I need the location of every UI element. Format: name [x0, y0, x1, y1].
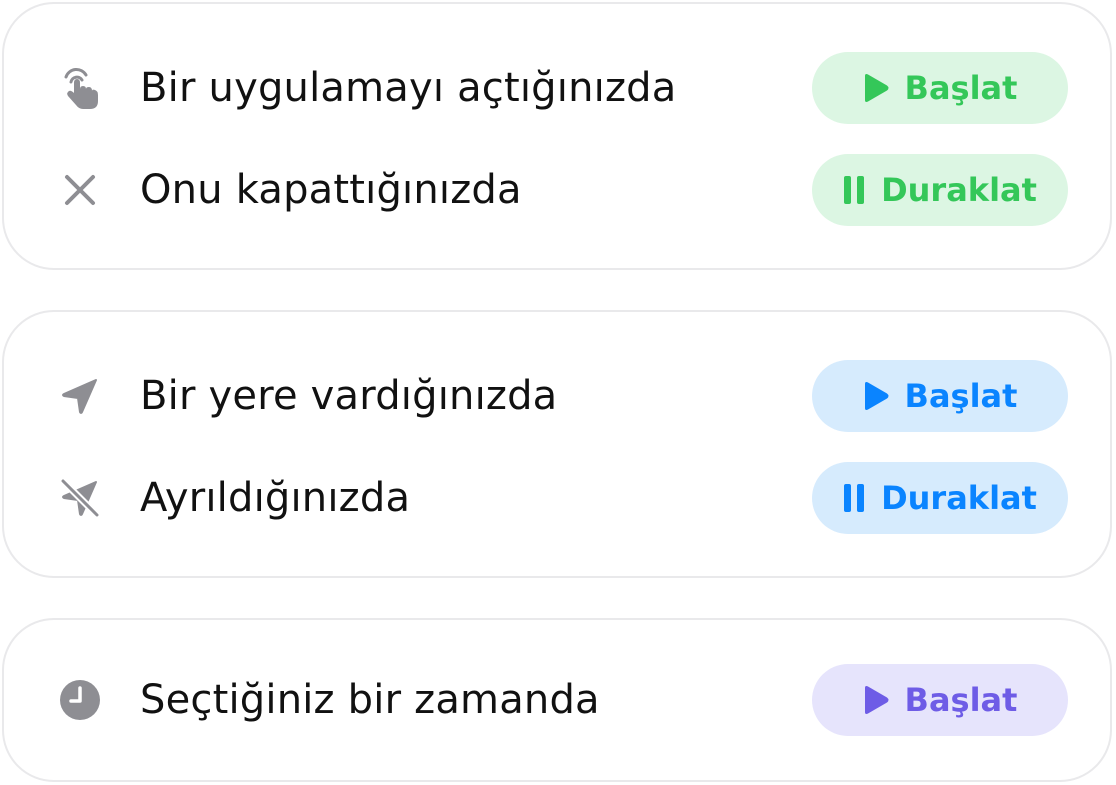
app-trigger-card: Bir uygulamayı açtığınızda Başlat Onu ka… — [2, 2, 1112, 270]
pause-button[interactable]: Duraklat — [812, 462, 1068, 534]
start-button[interactable]: Başlat — [812, 664, 1068, 736]
trigger-label: Bir uygulamayı açtığınızda — [140, 65, 677, 111]
hand-tap-icon — [56, 66, 104, 110]
start-button-label: Başlat — [904, 681, 1018, 719]
pause-icon — [843, 484, 865, 512]
start-button-label: Başlat — [904, 69, 1018, 107]
trigger-row-leave: Ayrıldığınızda Duraklat — [4, 458, 1110, 538]
trigger-row-time: Seçtiğiniz bir zamanda Başlat — [4, 660, 1110, 740]
pause-button[interactable]: Duraklat — [812, 154, 1068, 226]
start-button[interactable]: Başlat — [812, 360, 1068, 432]
play-icon — [863, 381, 889, 411]
clock-icon — [56, 678, 104, 722]
trigger-label: Bir yere vardığınızda — [140, 373, 558, 419]
location-trigger-card: Bir yere vardığınızda Başlat Ayrıldığını… — [2, 310, 1112, 578]
pause-icon — [843, 176, 865, 204]
start-button[interactable]: Başlat — [812, 52, 1068, 124]
close-icon — [56, 168, 104, 212]
trigger-label: Onu kapattığınızda — [140, 167, 522, 213]
trigger-row-app-close: Onu kapattığınızda Duraklat — [4, 150, 1110, 230]
trigger-row-arrive: Bir yere vardığınızda Başlat — [4, 356, 1110, 436]
trigger-label: Ayrıldığınızda — [140, 475, 411, 521]
start-button-label: Başlat — [904, 377, 1018, 415]
trigger-row-app-open: Bir uygulamayı açtığınızda Başlat — [4, 48, 1110, 128]
pause-button-label: Duraklat — [881, 171, 1037, 209]
play-icon — [863, 685, 889, 715]
play-icon — [863, 73, 889, 103]
location-arrow-icon — [56, 374, 104, 418]
location-off-icon — [56, 476, 104, 520]
trigger-label: Seçtiğiniz bir zamanda — [140, 677, 600, 723]
time-trigger-card: Seçtiğiniz bir zamanda Başlat — [2, 618, 1112, 782]
pause-button-label: Duraklat — [881, 479, 1037, 517]
